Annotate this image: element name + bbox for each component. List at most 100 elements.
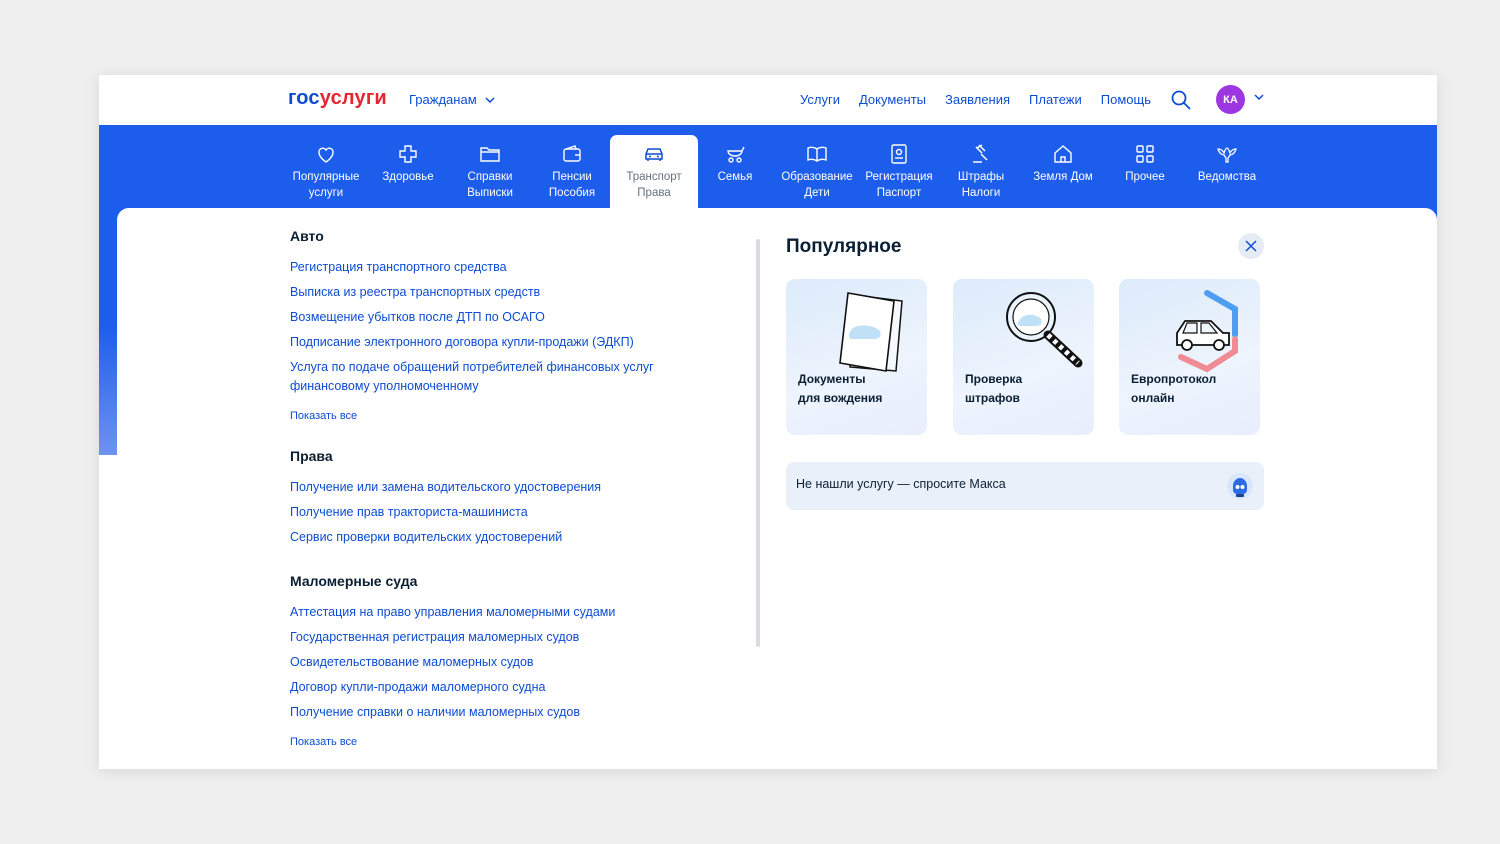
category-label: Транспорт bbox=[626, 171, 682, 183]
category-label: Справки bbox=[467, 171, 513, 183]
service-link[interactable]: Сервис проверки водительских удостоверен… bbox=[290, 528, 710, 547]
card-label-line: Проверка bbox=[965, 372, 1023, 386]
show-all-link[interactable]: Показать все bbox=[290, 410, 710, 422]
service-link[interactable]: Аттестация на право управления маломерны… bbox=[290, 603, 710, 622]
gosuslugi-logo[interactable]: госуслуги bbox=[288, 87, 387, 110]
nav-services[interactable]: Услуги bbox=[800, 92, 840, 107]
car-shield-icon bbox=[1176, 290, 1238, 373]
book-icon bbox=[807, 146, 827, 162]
service-link[interactable]: Подписание электронного договора купли-п… bbox=[290, 333, 710, 352]
card-check-fines[interactable]: Проверка штрафов bbox=[953, 279, 1094, 435]
logo-part-gos: гос bbox=[288, 87, 320, 109]
card-label: Документы для вождения bbox=[798, 370, 918, 408]
category-label: Здоровье bbox=[382, 171, 434, 183]
folder-icon bbox=[480, 147, 500, 162]
gavel-icon bbox=[973, 144, 988, 163]
service-link[interactable]: Получение или замена водительского удост… bbox=[290, 478, 710, 497]
popular-column: Популярное Документы для вождения Провер… bbox=[786, 230, 1264, 510]
category-label: Прочее bbox=[1125, 171, 1165, 183]
category-fines[interactable]: Штрафы Налоги bbox=[940, 135, 1022, 208]
section-small-vessels: Маломерные суда Аттестация на право упра… bbox=[290, 573, 710, 748]
category-label: Права bbox=[637, 187, 671, 199]
popular-title: Популярное bbox=[786, 236, 902, 257]
category-label: Семья bbox=[717, 171, 753, 183]
avatar[interactable]: КА bbox=[1216, 85, 1245, 114]
top-header: госуслуги Гражданам Услуги Документы Зая… bbox=[99, 75, 1437, 125]
card-label: Европротокол онлайн bbox=[1131, 370, 1251, 408]
eagle-icon bbox=[1217, 147, 1237, 163]
category-family[interactable]: Семья bbox=[694, 135, 776, 208]
top-nav: Услуги Документы Заявления Платежи Помощ… bbox=[800, 92, 1151, 107]
card-label: Проверка штрафов bbox=[965, 370, 1085, 408]
category-label: Земля Дом bbox=[1033, 171, 1093, 183]
magnifier-icon bbox=[1006, 292, 1083, 368]
service-link[interactable]: Возмещение убытков после ДТП по ОСАГО bbox=[290, 308, 710, 327]
category-label: Дети bbox=[804, 187, 830, 199]
nav-applications[interactable]: Заявления bbox=[945, 92, 1010, 107]
section-title: Авто bbox=[290, 228, 324, 244]
close-button[interactable] bbox=[1238, 233, 1264, 259]
category-label: Выписки bbox=[467, 187, 513, 199]
service-link[interactable]: Государственная регистрация маломерных с… bbox=[290, 628, 710, 647]
search-icon[interactable] bbox=[1171, 90, 1191, 110]
section-auto: Авто Регистрация транспортного средства … bbox=[290, 228, 710, 422]
category-pensions[interactable]: Пенсии Пособия bbox=[531, 135, 613, 208]
ask-max-text: Не нашли услугу — спросите Макса bbox=[796, 477, 1006, 491]
category-certificates[interactable]: Справки Выписки bbox=[449, 135, 531, 208]
service-link[interactable]: Регистрация транспортного средства bbox=[290, 258, 710, 277]
service-link[interactable]: Услуга по подаче обращений потребителей … bbox=[290, 358, 680, 396]
robot-assistant-icon bbox=[1227, 473, 1253, 499]
scrollbar[interactable] bbox=[756, 239, 760, 647]
service-link[interactable]: Получение справки о наличии маломерных с… bbox=[290, 703, 710, 722]
ask-max-banner[interactable]: Не нашли услугу — спросите Макса bbox=[786, 462, 1264, 510]
service-link[interactable]: Договор купли-продажи маломерного судна bbox=[290, 678, 710, 697]
popular-cards: Документы для вождения Проверка штрафов … bbox=[786, 279, 1264, 439]
nav-help[interactable]: Помощь bbox=[1101, 92, 1151, 107]
nav-payments[interactable]: Платежи bbox=[1029, 92, 1082, 107]
card-label-line: Европротокол bbox=[1131, 372, 1217, 386]
stroller-icon bbox=[727, 146, 745, 163]
grid-icon bbox=[1136, 145, 1154, 163]
category-other[interactable]: Прочее bbox=[1104, 135, 1186, 208]
service-link[interactable]: Выписка из реестра транспортных средств bbox=[290, 283, 710, 302]
category-label: Образование bbox=[781, 171, 853, 183]
category-popular[interactable]: Популярные услуги bbox=[285, 135, 367, 208]
card-label-line: для вождения bbox=[798, 391, 883, 405]
chevron-down-icon bbox=[485, 96, 495, 103]
category-label: Паспорт bbox=[876, 187, 922, 199]
category-label: Популярные bbox=[292, 171, 360, 183]
category-land[interactable]: Земля Дом bbox=[1022, 135, 1104, 208]
category-label: услуги bbox=[308, 187, 344, 199]
category-label: Налоги bbox=[961, 187, 1001, 199]
logo-part-uslugi: услуги bbox=[319, 87, 387, 109]
category-health[interactable]: Здоровье bbox=[367, 135, 449, 208]
nav-documents[interactable]: Документы bbox=[859, 92, 926, 107]
chevron-down-icon[interactable] bbox=[1254, 94, 1264, 100]
section-title: Права bbox=[290, 448, 333, 464]
service-link[interactable]: Получение прав тракториста-машиниста bbox=[290, 503, 710, 522]
car-icon bbox=[645, 148, 663, 161]
documents-icon bbox=[839, 292, 903, 372]
category-registration[interactable]: Регистрация Паспорт bbox=[858, 135, 940, 208]
audience-selector[interactable]: Гражданам bbox=[409, 92, 495, 107]
category-label: Пенсии bbox=[552, 171, 592, 183]
heart-icon bbox=[318, 147, 334, 163]
category-education[interactable]: Образование Дети bbox=[776, 135, 858, 208]
services-list: Авто Регистрация транспортного средства … bbox=[290, 228, 710, 769]
category-label: Регистрация bbox=[865, 171, 933, 183]
service-link[interactable]: Освидетельствование маломерных судов bbox=[290, 653, 710, 672]
category-agencies[interactable]: Ведомства bbox=[1186, 135, 1268, 208]
category-label: Штрафы bbox=[957, 171, 1005, 183]
card-label-line: Документы bbox=[798, 372, 866, 386]
card-label-line: штрафов bbox=[965, 391, 1020, 405]
card-europrotocol[interactable]: Европротокол онлайн bbox=[1119, 279, 1260, 435]
category-transport[interactable]: Транспорт Права bbox=[610, 135, 698, 215]
browser-frame: госуслуги Гражданам Услуги Документы Зая… bbox=[99, 75, 1437, 769]
wallet-icon bbox=[563, 145, 581, 162]
card-label-line: онлайн bbox=[1131, 391, 1175, 405]
section-rights: Права Получение или замена водительского… bbox=[290, 448, 710, 547]
audience-label: Гражданам bbox=[409, 92, 477, 107]
card-driving-documents[interactable]: Документы для вождения bbox=[786, 279, 927, 435]
category-label: Пособия bbox=[548, 187, 596, 199]
show-all-link[interactable]: Показать все bbox=[290, 736, 710, 748]
